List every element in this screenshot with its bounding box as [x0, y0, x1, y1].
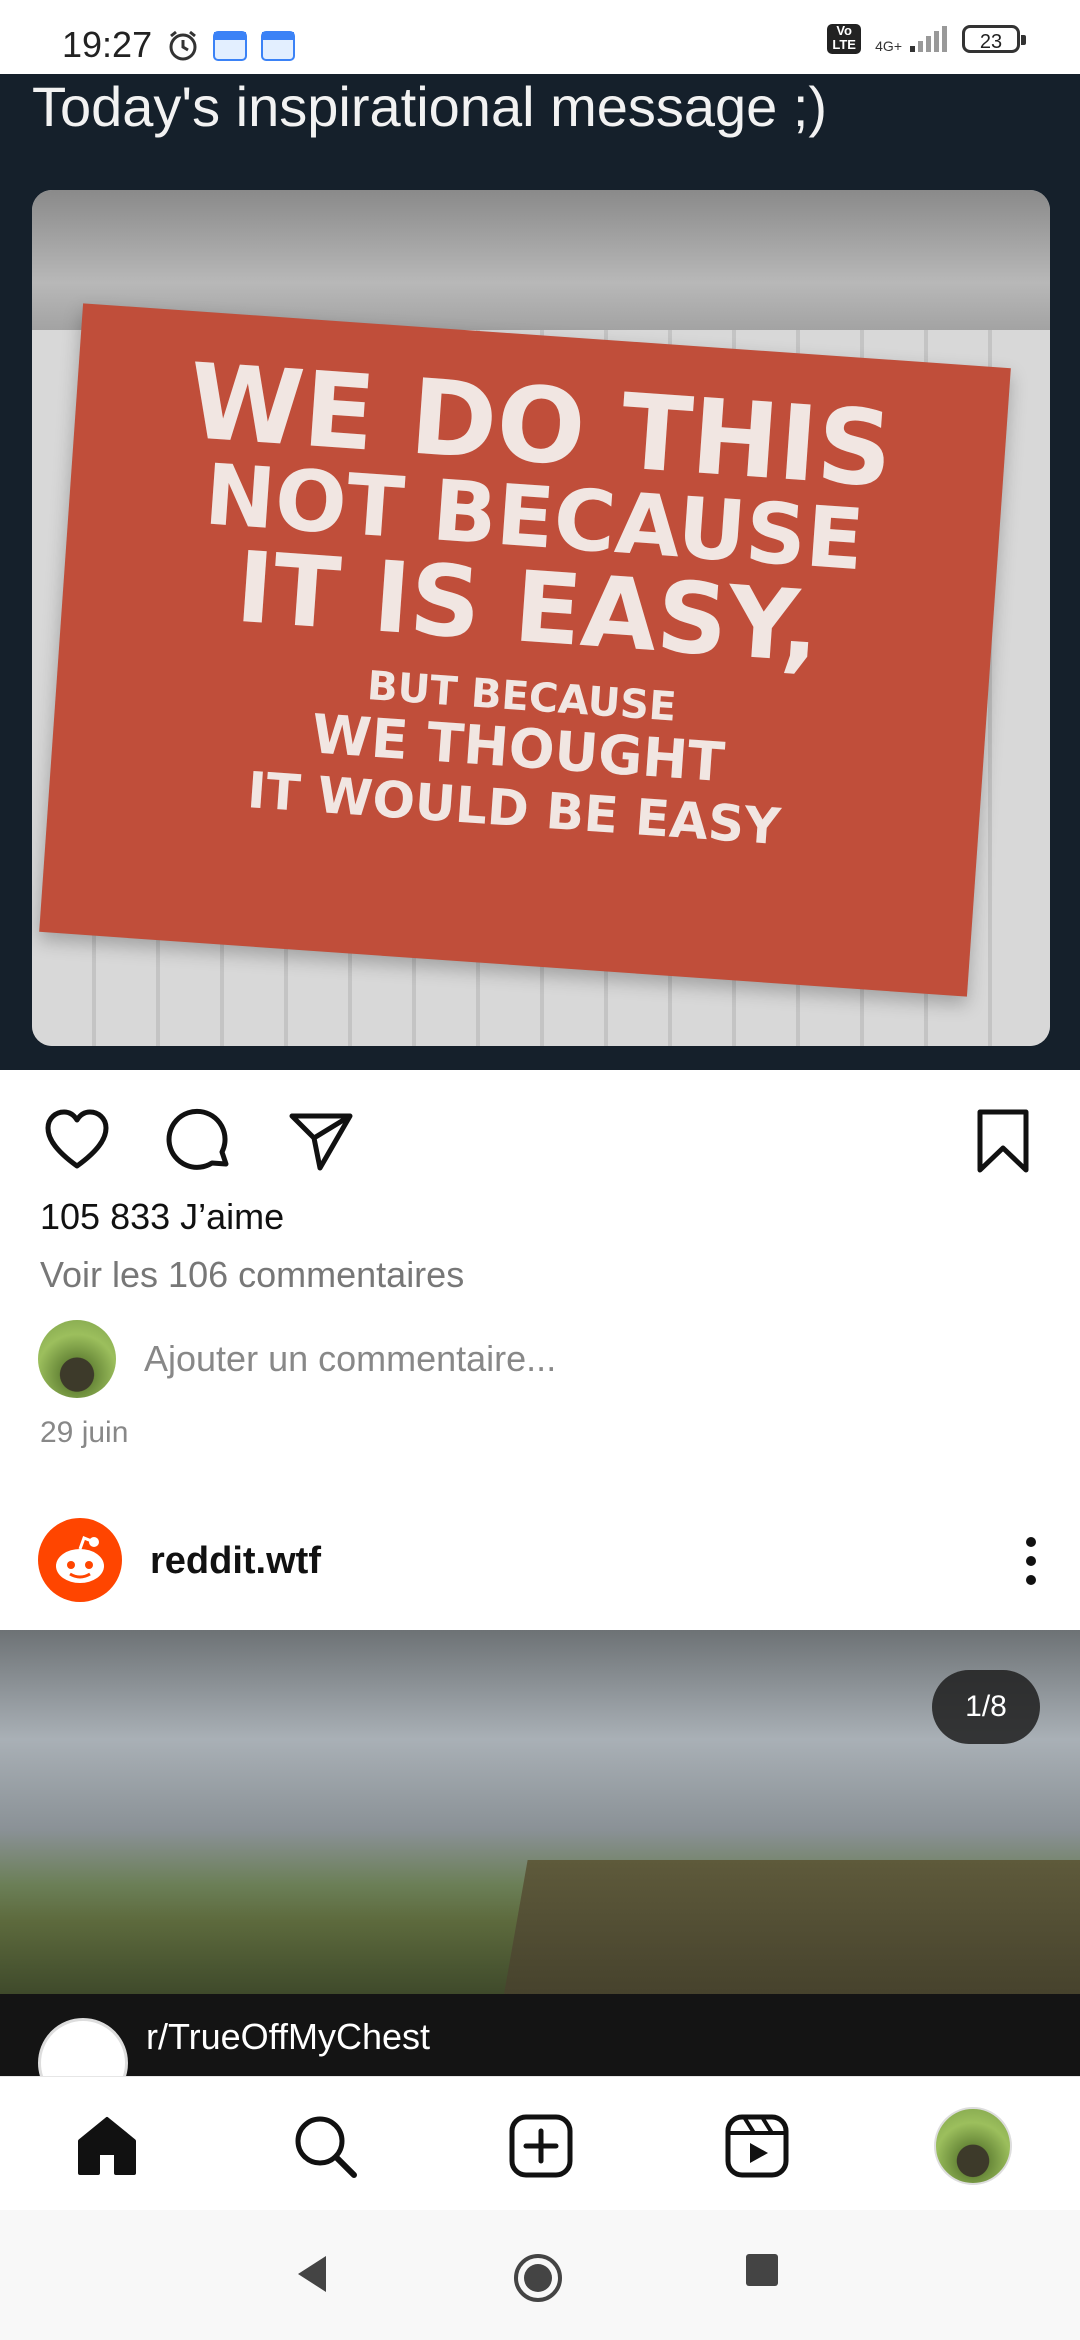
- embedded-post-bar: r/TrueOffMyChest: [0, 1994, 1080, 2076]
- back-icon[interactable]: [292, 2252, 332, 2296]
- status-notification-icons: [166, 28, 296, 62]
- signal-group: 4G+: [875, 24, 948, 54]
- home-button-icon[interactable]: [512, 2252, 564, 2304]
- post-date: 29 juin: [40, 1416, 129, 1449]
- system-nav-bar: [0, 2210, 1080, 2340]
- post-username[interactable]: reddit.wtf: [150, 1540, 321, 1583]
- bottom-nav: [0, 2076, 1080, 2211]
- heart-icon[interactable]: [42, 1106, 112, 1176]
- status-bar: 19:27 Vo LTE 4G+ 23: [0, 0, 1080, 74]
- send-icon[interactable]: [286, 1106, 356, 1176]
- view-comments-link[interactable]: Voir les 106 commentaires: [40, 1254, 464, 1296]
- add-comment-row[interactable]: Ajouter un commentaire...: [38, 1320, 556, 1398]
- photo-cliff: [492, 1860, 1080, 1994]
- recents-icon[interactable]: [744, 2252, 780, 2288]
- post-media-tweet[interactable]: Today's inspirational message ;) WE DO T…: [0, 74, 1080, 1070]
- alarm-icon: [169, 30, 197, 61]
- like-count[interactable]: 105 833 J’aime: [40, 1196, 284, 1238]
- avatar: [38, 1320, 116, 1398]
- calendar-icon: [213, 31, 247, 61]
- reddit-logo-icon: [56, 1536, 104, 1583]
- home-icon[interactable]: [72, 2111, 142, 2181]
- flag: WE DO THIS NOT BECAUSE IT IS EASY, BUT B…: [39, 303, 1011, 997]
- avatar: [38, 2018, 128, 2076]
- status-time: 19:27: [62, 24, 153, 65]
- calendar-icon: [261, 31, 295, 61]
- add-square-icon[interactable]: [506, 2111, 576, 2181]
- more-vertical-icon[interactable]: [1026, 1536, 1036, 1586]
- post-carousel-image[interactable]: 1/8: [0, 1630, 1080, 1994]
- signal-icon: [910, 26, 947, 52]
- network-type: 4G+: [875, 38, 902, 54]
- volte-badge: Vo LTE: [827, 24, 862, 54]
- reels-icon[interactable]: [722, 2111, 792, 2181]
- post-action-bar: [0, 1078, 1080, 1198]
- battery-indicator: 23: [962, 25, 1026, 53]
- tweet-text: Today's inspirational message ;): [32, 75, 828, 138]
- add-comment-placeholder[interactable]: Ajouter un commentaire...: [144, 1338, 556, 1380]
- embedded-title: r/TrueOffMyChest: [146, 2016, 431, 2057]
- tweet-photo: WE DO THIS NOT BECAUSE IT IS EASY, BUT B…: [32, 190, 1050, 1046]
- post-header: reddit.wtf: [0, 1508, 1080, 1618]
- search-icon[interactable]: [290, 2111, 360, 2181]
- avatar[interactable]: [38, 1518, 122, 1602]
- profile-avatar[interactable]: [934, 2107, 1012, 2185]
- comment-icon[interactable]: [164, 1106, 234, 1176]
- bookmark-icon[interactable]: [968, 1106, 1038, 1176]
- flag-text: WE DO THIS NOT BECAUSE IT IS EASY, BUT B…: [48, 340, 1008, 871]
- status-system-icons: Vo LTE 4G+ 23: [827, 24, 1026, 54]
- carousel-counter: 1/8: [932, 1670, 1040, 1744]
